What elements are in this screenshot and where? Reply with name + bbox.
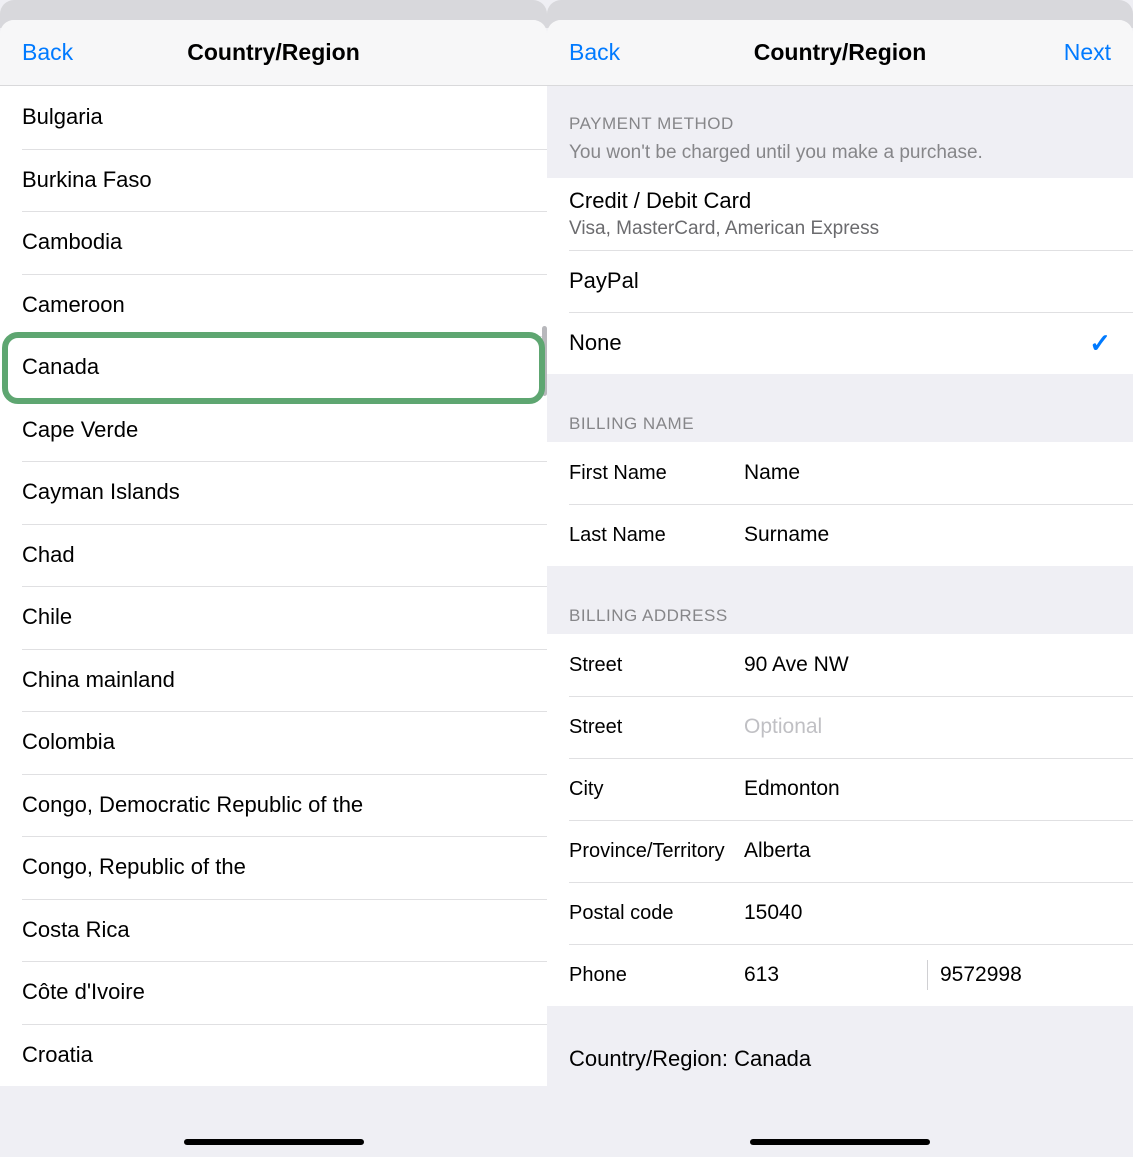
country-row[interactable]: Burkina Faso [0, 149, 547, 212]
city-label: City [569, 778, 744, 801]
country-row[interactable]: Costa Rica [0, 899, 547, 962]
sheet: Back Country/Region BulgariaBurkina Faso… [0, 20, 547, 1157]
form-scroll[interactable]: PAYMENT METHOD You won't be charged unti… [547, 86, 1133, 1157]
phone-country-code-field[interactable]: 613 [744, 963, 915, 987]
payment-option-sub: Visa, MasterCard, American Express [569, 218, 879, 240]
city-field[interactable]: Edmonton [744, 777, 1111, 801]
payment-option[interactable]: None ✓ [547, 312, 1133, 374]
billing-name-header: BILLING NAME [547, 374, 1133, 442]
country-list-screen: Back Country/Region BulgariaBurkina Faso… [0, 0, 547, 1157]
postal-label: Postal code [569, 902, 744, 925]
payment-method-header: PAYMENT METHOD [547, 86, 1133, 142]
phone-row[interactable]: Phone 613 9572998 [547, 944, 1133, 1006]
street-label: Street [569, 654, 744, 677]
navbar: Back Country/Region [0, 20, 547, 86]
street2-row[interactable]: Street Optional [547, 696, 1133, 758]
city-row[interactable]: City Edmonton [547, 758, 1133, 820]
country-list[interactable]: BulgariaBurkina FasoCambodiaCameroonCana… [0, 86, 547, 1157]
country-row[interactable]: Côte d'Ivoire [0, 961, 547, 1024]
street-field[interactable]: 90 Ave NW [744, 653, 1111, 677]
last-name-row[interactable]: Last Name Surname [547, 504, 1133, 566]
country-row[interactable]: Chad [0, 524, 547, 587]
payment-option[interactable]: Credit / Debit Card Visa, MasterCard, Ame… [547, 178, 1133, 250]
country-row[interactable]: Cape Verde [0, 399, 547, 462]
back-button[interactable]: Back [569, 39, 620, 66]
phone-number-field[interactable]: 9572998 [940, 963, 1111, 987]
back-button[interactable]: Back [22, 39, 73, 66]
country-row[interactable]: Congo, Republic of the [0, 836, 547, 899]
payment-method-group: Credit / Debit Card Visa, MasterCard, Ame… [547, 178, 1133, 374]
payment-option[interactable]: PayPal [547, 250, 1133, 312]
country-row[interactable]: Cambodia [0, 211, 547, 274]
first-name-row[interactable]: First Name Name [547, 442, 1133, 504]
country-row[interactable]: Croatia [0, 1024, 547, 1087]
street-row[interactable]: Street 90 Ave NW [547, 634, 1133, 696]
billing-form-screen: Back Country/Region Next PAYMENT METHOD … [547, 0, 1133, 1157]
country-row[interactable]: Cayman Islands [0, 461, 547, 524]
navbar: Back Country/Region Next [547, 20, 1133, 86]
home-indicator[interactable] [184, 1139, 364, 1145]
country-row[interactable]: Colombia [0, 711, 547, 774]
billing-address-group: Street 90 Ave NW Street Optional City Ed… [547, 634, 1133, 1006]
last-name-field[interactable]: Surname [744, 523, 1111, 547]
country-row[interactable]: Chile [0, 586, 547, 649]
country-row[interactable]: Cameroon [0, 274, 547, 337]
province-label: Province/Territory [569, 840, 744, 863]
postal-field[interactable]: 15040 [744, 901, 1111, 925]
checkmark-icon: ✓ [1089, 328, 1111, 359]
country-row[interactable]: Congo, Democratic Republic of the [0, 774, 547, 837]
phone-label: Phone [569, 964, 744, 987]
street2-label: Street [569, 716, 744, 739]
home-indicator[interactable] [750, 1139, 930, 1145]
country-row[interactable]: China mainland [0, 649, 547, 712]
first-name-label: First Name [569, 462, 744, 485]
sheet: Back Country/Region Next PAYMENT METHOD … [547, 20, 1133, 1157]
first-name-field[interactable]: Name [744, 461, 1111, 485]
province-row[interactable]: Province/Territory Alberta [547, 820, 1133, 882]
street2-field[interactable]: Optional [744, 715, 1111, 739]
payment-option-label: None [569, 330, 622, 356]
divider [927, 960, 928, 990]
country-row[interactable]: Bulgaria [0, 86, 547, 149]
payment-option-label: Credit / Debit Card [569, 188, 751, 214]
payment-method-subtext: You won't be charged until you make a pu… [547, 142, 1133, 178]
billing-address-header: BILLING ADDRESS [547, 566, 1133, 634]
payment-option-label: PayPal [569, 268, 639, 294]
next-button[interactable]: Next [1064, 39, 1111, 66]
province-field[interactable]: Alberta [744, 839, 1111, 863]
country-row[interactable]: Canada [0, 336, 547, 399]
last-name-label: Last Name [569, 524, 744, 547]
country-region-summary: Country/Region: Canada [547, 1026, 1133, 1080]
postal-row[interactable]: Postal code 15040 [547, 882, 1133, 944]
billing-name-group: First Name Name Last Name Surname [547, 442, 1133, 566]
